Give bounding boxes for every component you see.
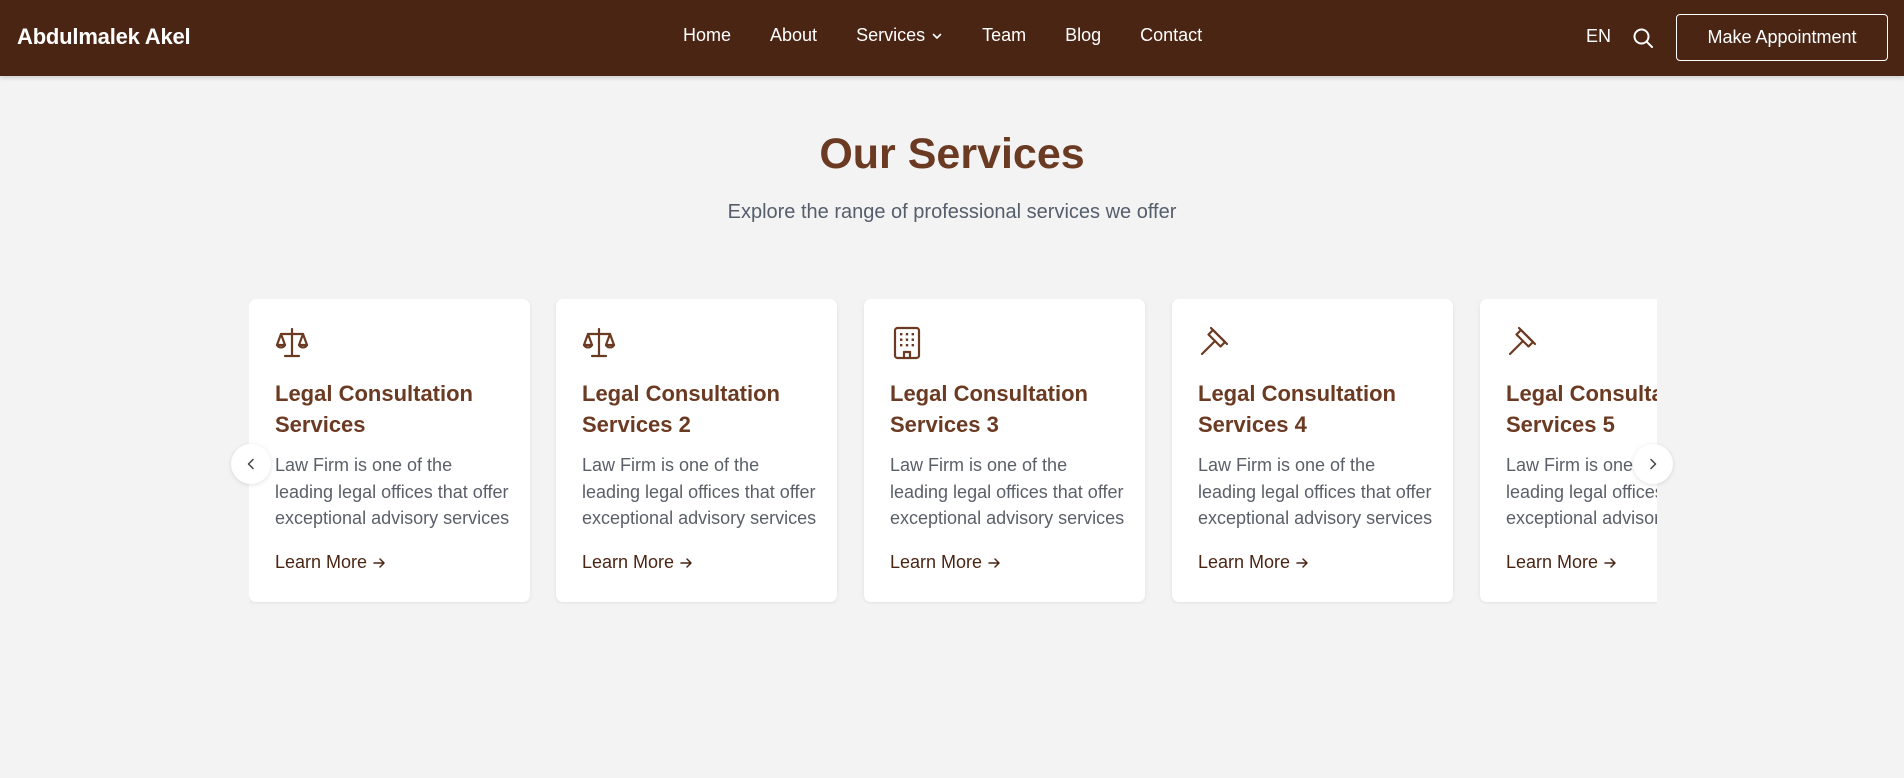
service-card-description: Law Firm is one of the leading legal off…	[1198, 455, 1433, 528]
services-carousel: Legal Consultation Services Law Firm is …	[249, 299, 1657, 604]
main-nav: Home About Services Team Blog Contact	[683, 25, 1202, 46]
search-button[interactable]	[1631, 26, 1655, 50]
arrow-right-icon	[680, 557, 692, 568]
service-card[interactable]: Legal Consultation Services 3 Law Firm i…	[864, 299, 1145, 602]
learn-more-link[interactable]: Learn More	[890, 552, 1001, 573]
chevron-down-icon	[932, 33, 942, 39]
learn-more-link[interactable]: Learn More	[1198, 552, 1309, 573]
nav-services[interactable]: Services	[856, 25, 943, 46]
service-card[interactable]: Legal Consultation Services Law Firm is …	[249, 299, 530, 602]
section-title: Our Services	[819, 130, 1085, 178]
service-card[interactable]: Legal Consultation Services 4 Law Firm i…	[1172, 299, 1453, 602]
chevron-left-icon	[247, 458, 254, 470]
service-card-description: Law Firm is one of the leading legal off…	[275, 455, 510, 528]
gavel-icon	[1200, 326, 1229, 356]
carousel-next-button[interactable]	[1633, 444, 1673, 484]
nav-services-label: Services	[856, 25, 926, 45]
service-card-title: Legal Consultation Services 4	[1198, 381, 1396, 437]
arrow-right-icon	[1296, 557, 1308, 568]
carousel-prev-button[interactable]	[231, 444, 271, 484]
service-card-description: Law Firm is one of the leading legal off…	[890, 455, 1125, 528]
arrow-right-icon	[1604, 557, 1616, 568]
arrow-right-icon	[988, 557, 1000, 568]
learn-more-link[interactable]: Learn More	[582, 552, 693, 573]
gavel-icon	[1508, 326, 1537, 356]
building-icon	[893, 326, 921, 360]
nav-home[interactable]: Home	[683, 25, 731, 46]
learn-more-label: Learn More	[582, 552, 675, 572]
brand-logo[interactable]: Abdulmalek Akel	[17, 24, 191, 50]
learn-more-label: Learn More	[1506, 552, 1599, 572]
chevron-right-icon	[1650, 458, 1657, 470]
learn-more-label: Learn More	[1198, 552, 1291, 572]
learn-more-link[interactable]: Learn More	[275, 552, 386, 573]
section-subtitle: Explore the range of professional servic…	[727, 201, 1177, 223]
language-switcher[interactable]: EN	[1586, 26, 1611, 47]
make-appointment-button[interactable]: Make Appointment	[1676, 14, 1888, 61]
service-card-description: Law Firm is one of the leading legal off…	[582, 455, 817, 528]
service-card[interactable]: Legal Consultation Services 5 Law Firm i…	[1480, 299, 1657, 602]
scale-icon	[582, 327, 616, 358]
learn-more-label: Learn More	[275, 552, 368, 572]
service-card-title: Legal Consultation Services 5	[1506, 381, 1657, 437]
service-card-title: Legal Consultation Services 3	[890, 381, 1088, 437]
learn-more-label: Learn More	[890, 552, 983, 572]
scale-icon	[275, 327, 309, 358]
search-icon	[1633, 28, 1653, 48]
arrow-right-icon	[373, 557, 385, 568]
learn-more-link[interactable]: Learn More	[1506, 552, 1617, 573]
service-card-title: Legal Consultation Services 2	[582, 381, 780, 437]
nav-contact[interactable]: Contact	[1140, 25, 1202, 46]
service-card-title: Legal Consultation Services	[275, 381, 473, 437]
nav-about[interactable]: About	[770, 25, 817, 46]
nav-blog[interactable]: Blog	[1065, 25, 1101, 46]
navbar: Abdulmalek Akel Home About Services Team…	[0, 0, 1904, 76]
service-card[interactable]: Legal Consultation Services 2 Law Firm i…	[556, 299, 837, 602]
nav-team[interactable]: Team	[982, 25, 1026, 46]
